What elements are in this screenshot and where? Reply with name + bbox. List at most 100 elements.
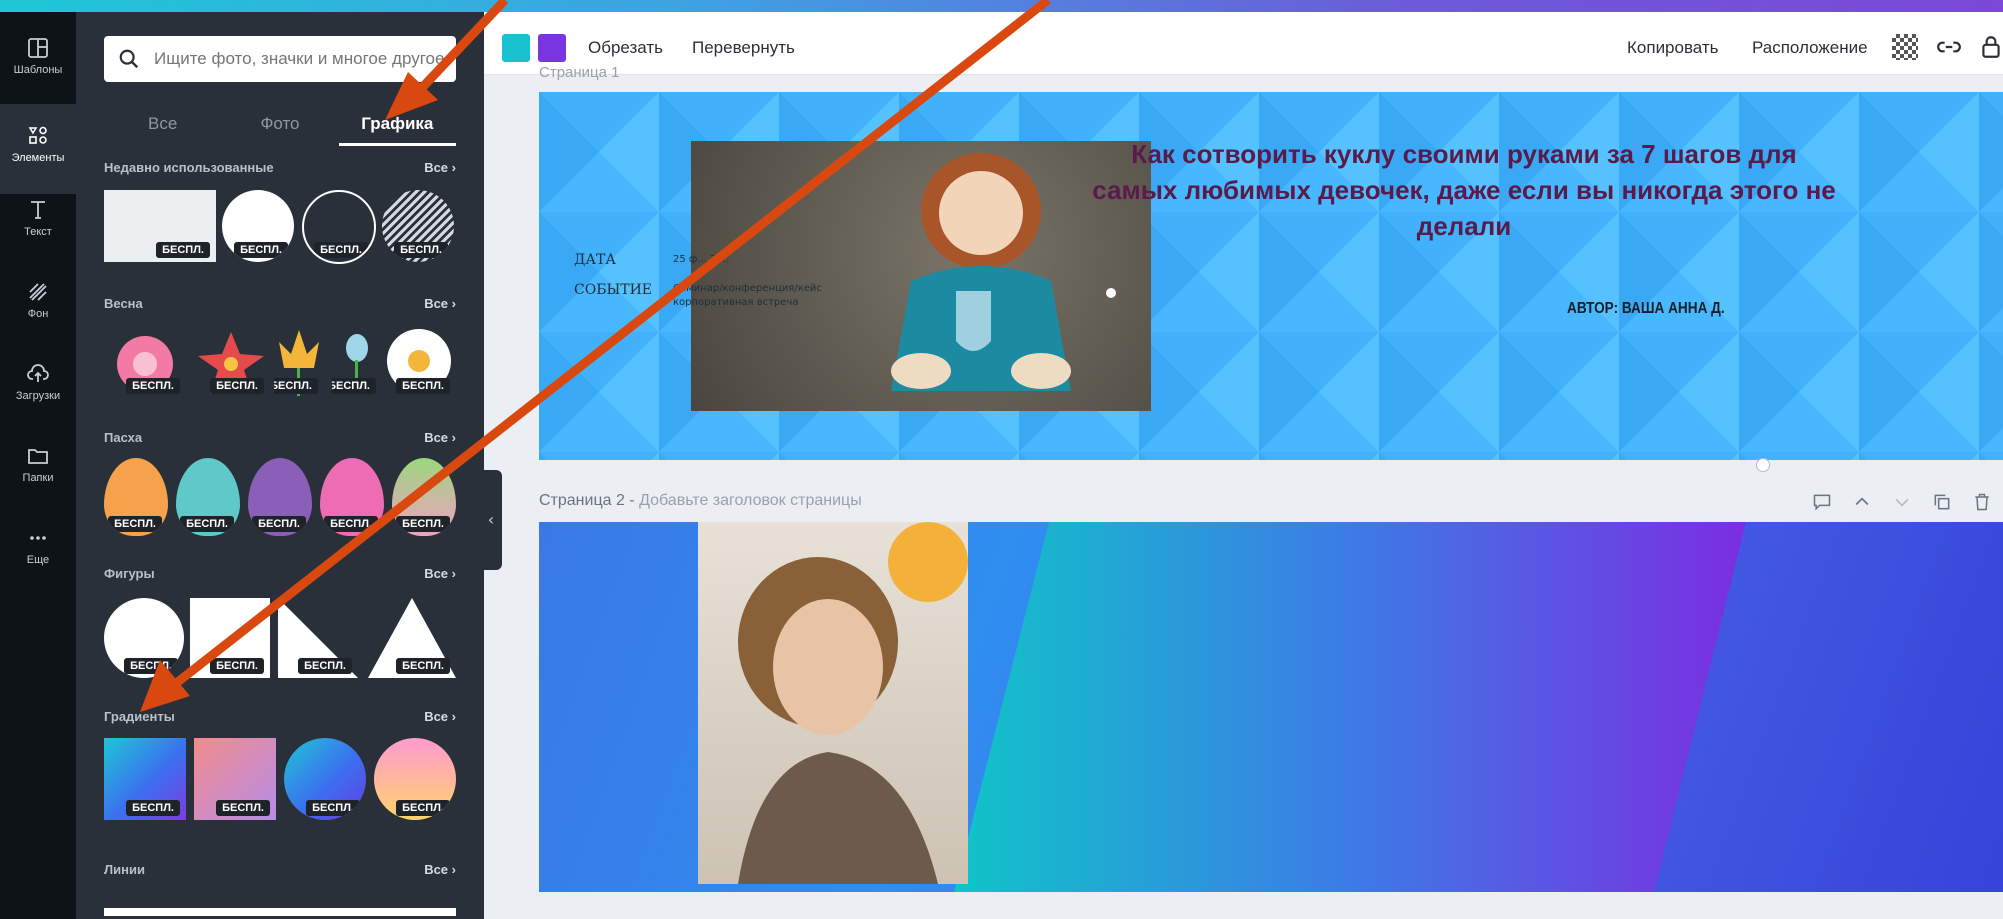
orange-egg-thumb[interactable]: БЕСПЛ. [104, 458, 168, 536]
layout-icon [28, 38, 48, 58]
event-value: Семинар/конференция/кейс корпоративная в… [673, 283, 822, 308]
free-badge: БЕСПЛ. [314, 242, 368, 258]
circle-shape-thumb[interactable]: БЕСПЛ. [104, 598, 184, 678]
resize-handle[interactable] [1756, 458, 1770, 472]
see-all-link[interactable]: Все › [424, 430, 456, 445]
section-title: Фигуры [104, 566, 155, 581]
gradient-pink-violet-thumb[interactable]: БЕСПЛ. [194, 738, 276, 820]
color-swatch-1[interactable] [502, 34, 530, 62]
see-all-link[interactable]: Все › [424, 709, 456, 724]
free-badge: БЕСПЛ. [396, 378, 450, 394]
free-badge: БЕСПЛ. [126, 378, 180, 394]
gradient-blue-purple-thumb[interactable]: БЕСПЛ. [104, 738, 186, 820]
chevron-up-icon[interactable] [1852, 492, 1872, 512]
tab-photos[interactable]: Фото [221, 102, 338, 146]
arrange-button[interactable]: Расположение [1752, 38, 1868, 58]
free-badge: БЕСПЛ. [396, 658, 450, 674]
blue-bud-thumb[interactable]: БЕСПЛ. [332, 324, 382, 398]
ring-thumb[interactable]: БЕСПЛ. [302, 190, 376, 264]
selection-dot [1106, 288, 1116, 298]
trash-icon[interactable] [1972, 492, 1992, 512]
panel-tabs: Все Фото Графика [104, 102, 456, 146]
line-thumb[interactable] [104, 908, 456, 916]
see-all-link[interactable]: Все › [424, 862, 456, 877]
rail-item-text[interactable]: Текст [0, 198, 76, 258]
purple-egg-thumb[interactable]: БЕСПЛ. [248, 458, 312, 536]
free-badge: БЕСПЛ. [210, 658, 264, 674]
section-title: Пасха [104, 430, 143, 445]
event-label: СОБЫТИЕ [574, 282, 653, 298]
speech-bubble-thumb[interactable]: БЕСПЛ. [104, 190, 216, 262]
search-icon [119, 49, 139, 69]
doll-photo[interactable] [691, 141, 1151, 411]
circle-thumb[interactable]: БЕСПЛ. [222, 190, 294, 262]
rail-label: Еще [26, 554, 50, 566]
chevron-left-icon: ‹ [487, 510, 495, 529]
pink-flower-thumb[interactable]: БЕСПЛ. [104, 324, 186, 398]
duplicate-icon[interactable] [1932, 492, 1952, 512]
green-egg-thumb[interactable]: БЕСПЛ. [392, 458, 456, 536]
collapse-panel-button[interactable]: ‹ [480, 470, 502, 570]
see-all-link[interactable]: Все › [424, 160, 456, 175]
rail-item-uploads[interactable]: Загрузки [0, 362, 76, 422]
striped-circle-thumb[interactable]: БЕСПЛ. [382, 190, 454, 262]
pink-egg-thumb[interactable]: БЕСПЛ. [320, 458, 384, 536]
page1-author[interactable]: АВТОР: ВАША АННА Д. [1567, 300, 1725, 318]
page1-title[interactable]: Как сотворить куклу своими руками за 7 ш… [1089, 136, 1839, 244]
left-rail: Шаблоны Элементы Текст Фон Загрузки Папк… [0, 12, 76, 919]
search-input[interactable] [152, 48, 456, 70]
daisy-thumb[interactable]: БЕСПЛ. [382, 324, 456, 398]
page2-label: Страница 2 - Добавьте заголовок страницы [539, 492, 862, 510]
shapes-icon [28, 126, 47, 144]
rail-item-more[interactable]: Еще [0, 526, 76, 586]
rail-item-elements[interactable]: Элементы [0, 104, 76, 194]
teal-egg-thumb[interactable]: БЕСПЛ. [176, 458, 240, 536]
right-triangle-thumb[interactable]: БЕСПЛ. [278, 598, 358, 678]
page-1[interactable]: ДАТА СОБЫТИЕ 25 ф... 20.. Семинар/конфер… [539, 92, 2003, 460]
section-title: Линии [104, 862, 145, 877]
rail-item-templates[interactable]: Шаблоны [0, 36, 76, 96]
see-all-link[interactable]: Все › [424, 296, 456, 311]
crop-button[interactable]: Обрезать [588, 38, 663, 58]
color-swatch-2[interactable] [538, 34, 566, 62]
free-badge: БЕСПЛ. [108, 516, 162, 532]
rail-label: Фон [27, 308, 49, 320]
rail-label: Элементы [11, 152, 65, 164]
triangle-thumb[interactable]: БЕСПЛ. [368, 598, 456, 678]
tab-all[interactable]: Все [104, 102, 221, 146]
see-all-link[interactable]: Все › [424, 566, 456, 581]
page-2[interactable] [539, 522, 2003, 892]
rail-item-folders[interactable]: Папки [0, 444, 76, 504]
page2-title-input[interactable]: Добавьте заголовок страницы [639, 492, 862, 509]
link-icon[interactable] [1936, 34, 1962, 60]
free-badge: БЕСПЛ. [332, 378, 376, 394]
copy-button[interactable]: Копировать [1627, 38, 1719, 58]
doll-image [891, 153, 1071, 391]
free-badge: БЕСПЛ. [252, 516, 306, 532]
chevron-down-icon[interactable] [1892, 492, 1912, 512]
free-badge: БЕСПЛ. [306, 800, 360, 816]
gradient-circle-blue-thumb[interactable]: БЕСПЛ. [284, 738, 366, 820]
transparency-icon[interactable] [1892, 34, 1918, 60]
free-badge: БЕСПЛ. [298, 658, 352, 674]
red-flower-thumb[interactable]: БЕСПЛ. [192, 324, 270, 398]
comment-icon[interactable] [1812, 492, 1832, 512]
free-badge: БЕСПЛ. [124, 658, 178, 674]
flip-button[interactable]: Перевернуть [692, 38, 795, 58]
yellow-flower-thumb[interactable]: БЕСПЛ. [274, 324, 324, 398]
gradient-circle-pink-thumb[interactable]: БЕСПЛ. [374, 738, 456, 820]
free-badge: БЕСПЛ. [274, 378, 318, 394]
square-shape-thumb[interactable]: БЕСПЛ. [190, 598, 270, 678]
free-badge: БЕСПЛ. [180, 516, 234, 532]
editor-toolbar: Обрезать Перевернуть Копировать Располож… [484, 12, 2003, 75]
lock-icon[interactable] [1978, 34, 2003, 60]
woman-image [738, 522, 968, 884]
page1-label: Страница 1 [539, 64, 620, 81]
search-box[interactable] [104, 36, 456, 82]
rail-item-background[interactable]: Фон [0, 280, 76, 340]
woman-photo[interactable] [698, 522, 968, 884]
rail-label: Шаблоны [13, 64, 63, 76]
section-header-recent: Недавно использованные Все › [104, 160, 456, 175]
tab-graphics[interactable]: Графика [338, 102, 456, 146]
section-header-spring: Весна Все › [104, 296, 456, 311]
